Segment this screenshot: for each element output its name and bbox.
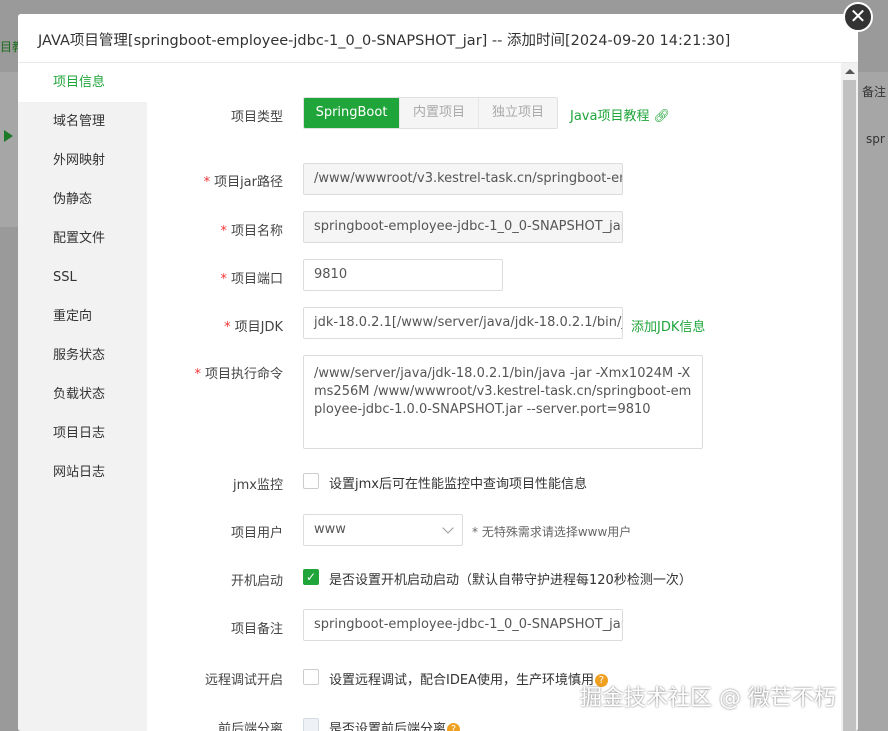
project-name-label: * 项目名称 (220, 224, 283, 239)
autostart-checkbox[interactable]: ✓ (303, 569, 319, 585)
separation-text: 是否设置前后端分离? (329, 718, 461, 731)
sidebar-item-project-log[interactable]: 项目日志 (18, 414, 147, 453)
jar-path-input[interactable]: /www/wwwroot/v3.kestrel-task.cn/springbo… (303, 163, 623, 195)
project-name-input[interactable]: springboot-employee-jdbc-1_0_0-SNAPSHOT_… (303, 211, 623, 243)
separation-checkbox[interactable] (303, 718, 319, 731)
separation-label: 前后端分离 (217, 722, 283, 731)
project-type-label: 项目类型 (230, 110, 283, 125)
project-port-input[interactable]: 9810 (303, 259, 503, 291)
background-right-text-2: spr (866, 132, 885, 146)
sidebar-item-redirect[interactable]: 重定向 (18, 297, 147, 336)
background-right-text-1: 备注 (862, 85, 887, 99)
scroll-up-arrow-icon[interactable] (845, 69, 855, 74)
project-user-hint: * 无特殊需求请选择www用户 (472, 525, 632, 539)
help-icon[interactable]: ? (447, 723, 461, 731)
autostart-label: 开机启动 (230, 574, 283, 589)
project-user-select[interactable]: www (303, 514, 463, 546)
sidebar-item-site-log[interactable]: 网站日志 (18, 453, 147, 492)
form-content: 项目类型 SpringBoot 内置项目 独立项目 Java项目教程 🔗︎ * 项… (147, 63, 841, 731)
sidebar-item-domain[interactable]: 域名管理 (18, 102, 147, 141)
project-jdk-label: * 项目JDK (224, 320, 283, 335)
project-command-textarea[interactable]: /www/server/java/jdk-18.0.2.1/bin/java -… (303, 355, 703, 449)
project-type-segmented: SpringBoot 内置项目 独立项目 (303, 97, 558, 129)
jar-path-label: * 项目jar路径 (203, 175, 283, 190)
project-jdk-select[interactable]: jdk-18.0.2.1[/www/server/java/jdk-18.0.2… (303, 307, 623, 339)
watermark: 掘金技术社区 @ 微芒不朽 (580, 686, 836, 711)
sidebar-item-external-mapping[interactable]: 外网映射 (18, 141, 147, 180)
type-springboot-button[interactable]: SpringBoot (304, 98, 399, 128)
background-right-column (856, 72, 888, 731)
sidebar-item-config[interactable]: 配置文件 (18, 219, 147, 258)
project-port-label: * 项目端口 (220, 272, 283, 287)
remote-debug-label: 远程调试开启 (204, 673, 283, 688)
scroll-thumb[interactable] (843, 80, 856, 731)
modal-title: JAVA项目管理[springboot-employee-jdbc-1_0_0-… (38, 33, 731, 49)
remote-debug-text: 设置远程调试，配合IDEA使用，生产环境慎用? (329, 669, 608, 688)
close-icon[interactable]: ✕ (843, 2, 873, 32)
play-icon (4, 130, 13, 142)
project-modal: JAVA项目管理[springboot-employee-jdbc-1_0_0-… (18, 14, 858, 731)
project-remark-label: 项目备注 (230, 622, 283, 637)
jmx-text: 设置jmx后可在性能监控中查询项目性能信息 (329, 477, 587, 492)
autostart-text: 是否设置开机启动启动（默认自带守护进程每120秒检测一次） (329, 573, 692, 588)
check-icon: ✓ (305, 570, 317, 584)
type-builtin-button[interactable]: 内置项目 (399, 98, 478, 128)
project-remark-input[interactable]: springboot-employee-jdbc-1_0_0-SNAPSHOT_… (303, 609, 623, 641)
link-icon: 🔗︎ (653, 109, 671, 124)
sidebar-item-ssl[interactable]: SSL (18, 258, 147, 297)
remote-debug-checkbox[interactable] (303, 669, 319, 685)
project-user-label: 项目用户 (230, 526, 283, 541)
project-user-value: www (314, 522, 346, 537)
add-jdk-link[interactable]: 添加JDK信息 (631, 316, 705, 335)
modal-header: JAVA项目管理[springboot-employee-jdbc-1_0_0-… (18, 14, 858, 63)
sidebar-item-rewrite[interactable]: 伪静态 (18, 180, 147, 219)
chevron-down-icon (442, 522, 454, 534)
jmx-label: jmx监控 (233, 478, 283, 493)
sidebar-item-load-status[interactable]: 负载状态 (18, 375, 147, 414)
jmx-checkbox[interactable] (303, 473, 319, 489)
java-tutorial-link[interactable]: Java项目教程 🔗︎ (570, 105, 670, 124)
sidebar-item-project-info[interactable]: 项目信息 (18, 63, 147, 102)
project-command-label: * 项目执行命令 (194, 367, 283, 382)
sidebar-item-service-status[interactable]: 服务状态 (18, 336, 147, 375)
scrollbar[interactable] (841, 63, 858, 731)
type-standalone-button[interactable]: 独立项目 (478, 98, 557, 128)
sidebar: 项目信息 域名管理 外网映射 伪静态 配置文件 SSL 重定向 服务状态 负载状… (18, 63, 147, 731)
